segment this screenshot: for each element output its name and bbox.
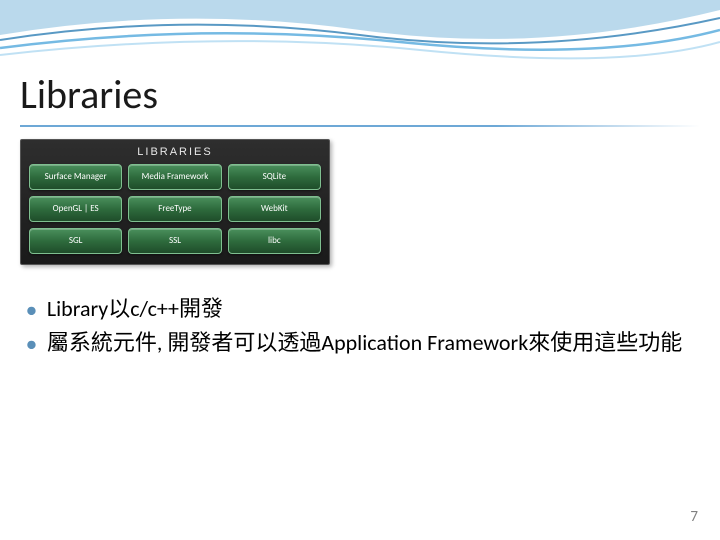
slide-title: Libraries bbox=[20, 70, 700, 119]
bullet-text: 屬系統元件, 開發者可以透過Application Framework來使用這些… bbox=[47, 327, 700, 359]
bullet-text: Library以c/c++開發 bbox=[47, 293, 700, 325]
lib-cell-webkit: WebKit bbox=[228, 196, 321, 222]
page-number: 7 bbox=[690, 508, 698, 526]
bullet-item: ● 屬系統元件, 開發者可以透過Application Framework來使用… bbox=[26, 327, 700, 359]
libraries-panel-header: Libraries bbox=[29, 146, 321, 158]
lib-cell-sgl: SGL bbox=[29, 228, 122, 254]
lib-cell-media-framework: Media Framework bbox=[128, 164, 221, 190]
lib-cell-ssl: SSL bbox=[128, 228, 221, 254]
libraries-grid: Surface Manager Media Framework SQLite O… bbox=[29, 164, 321, 254]
bullet-dot-icon: ● bbox=[26, 331, 37, 357]
title-underline bbox=[20, 125, 700, 127]
libraries-panel: Libraries Surface Manager Media Framewor… bbox=[20, 139, 330, 265]
bullet-item: ● Library以c/c++開發 bbox=[26, 293, 700, 325]
decorative-wave bbox=[0, 0, 720, 70]
bullet-dot-icon: ● bbox=[26, 297, 37, 323]
lib-cell-sqlite: SQLite bbox=[228, 164, 321, 190]
lib-cell-libc: libc bbox=[228, 228, 321, 254]
bullet-list: ● Library以c/c++開發 ● 屬系統元件, 開發者可以透過Applic… bbox=[20, 293, 700, 359]
lib-cell-surface-manager: Surface Manager bbox=[29, 164, 122, 190]
lib-cell-opengl-es: OpenGL | ES bbox=[29, 196, 122, 222]
lib-cell-freetype: FreeType bbox=[128, 196, 221, 222]
